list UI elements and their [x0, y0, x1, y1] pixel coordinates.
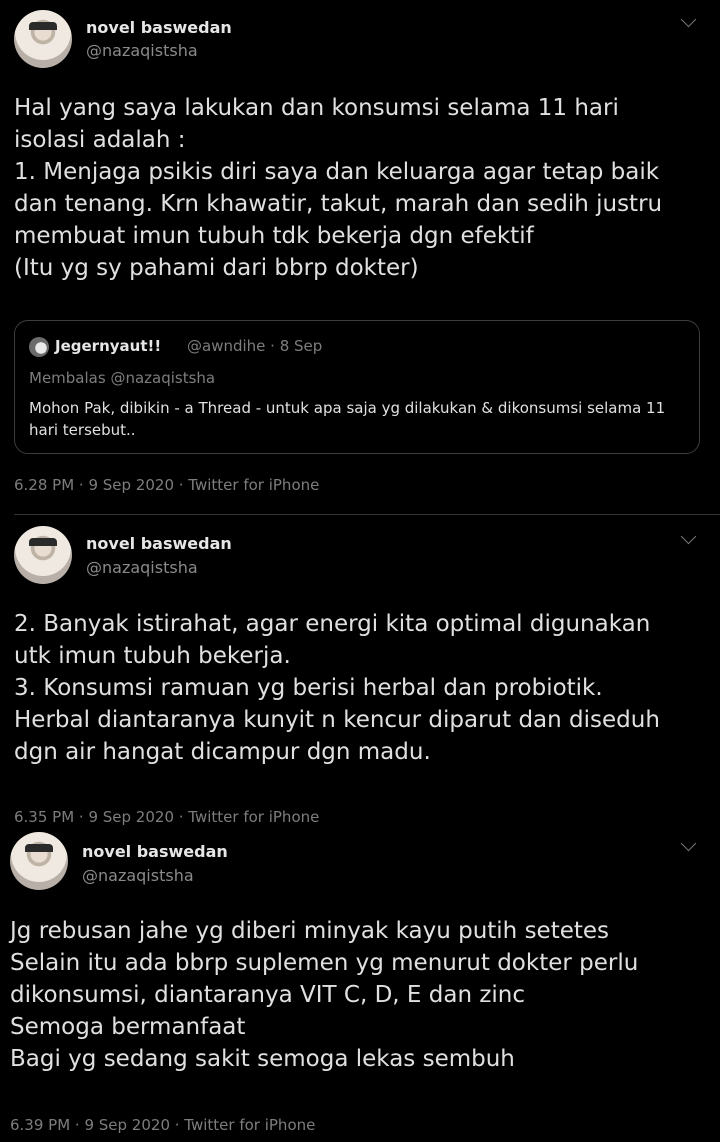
tweet-text: Hal yang saya lakukan dan konsumsi selam… — [14, 95, 663, 281]
quoted-author-handle: @awndihe · 8 Sep — [187, 337, 323, 355]
author-name[interactable]: novel baswedan — [82, 842, 228, 861]
author-handle[interactable]: @nazaqistsha — [86, 558, 198, 577]
quoted-author-name: Jegernyaut!! — [55, 337, 162, 355]
quoted-tweet-text: Mohon Pak, dibikin - a Thread - untuk ap… — [29, 399, 666, 439]
chevron-down-icon[interactable] — [680, 528, 697, 545]
tweet-timestamp[interactable]: 6.28 PM · 9 Sep 2020 · Twitter for iPhon… — [14, 476, 319, 494]
chevron-down-icon[interactable] — [680, 835, 697, 852]
tweet-timestamp[interactable]: 6.39 PM · 9 Sep 2020 · Twitter for iPhon… — [10, 1116, 315, 1134]
avatar[interactable] — [14, 10, 72, 68]
avatar — [29, 337, 49, 357]
tweet-text: 2. Banyak istirahat, agar energi kita op… — [14, 611, 660, 765]
avatar[interactable] — [10, 832, 68, 890]
quoted-tweet[interactable]: Jegernyaut!! @awndihe · 8 Sep Membalas @… — [14, 320, 700, 454]
tweet-text: Jg rebusan jahe yg diberi minyak kayu pu… — [10, 918, 639, 1072]
tweet-timestamp[interactable]: 6.35 PM · 9 Sep 2020 · Twitter for iPhon… — [14, 808, 319, 826]
author-handle[interactable]: @nazaqistsha — [82, 866, 194, 885]
author-handle[interactable]: @nazaqistsha — [86, 41, 198, 60]
author-name[interactable]: novel baswedan — [86, 18, 232, 37]
reply-context: Membalas @nazaqistsha — [29, 369, 216, 387]
author-name[interactable]: novel baswedan — [86, 534, 232, 553]
avatar[interactable] — [14, 526, 72, 584]
divider — [14, 514, 720, 515]
chevron-down-icon[interactable] — [680, 11, 697, 28]
